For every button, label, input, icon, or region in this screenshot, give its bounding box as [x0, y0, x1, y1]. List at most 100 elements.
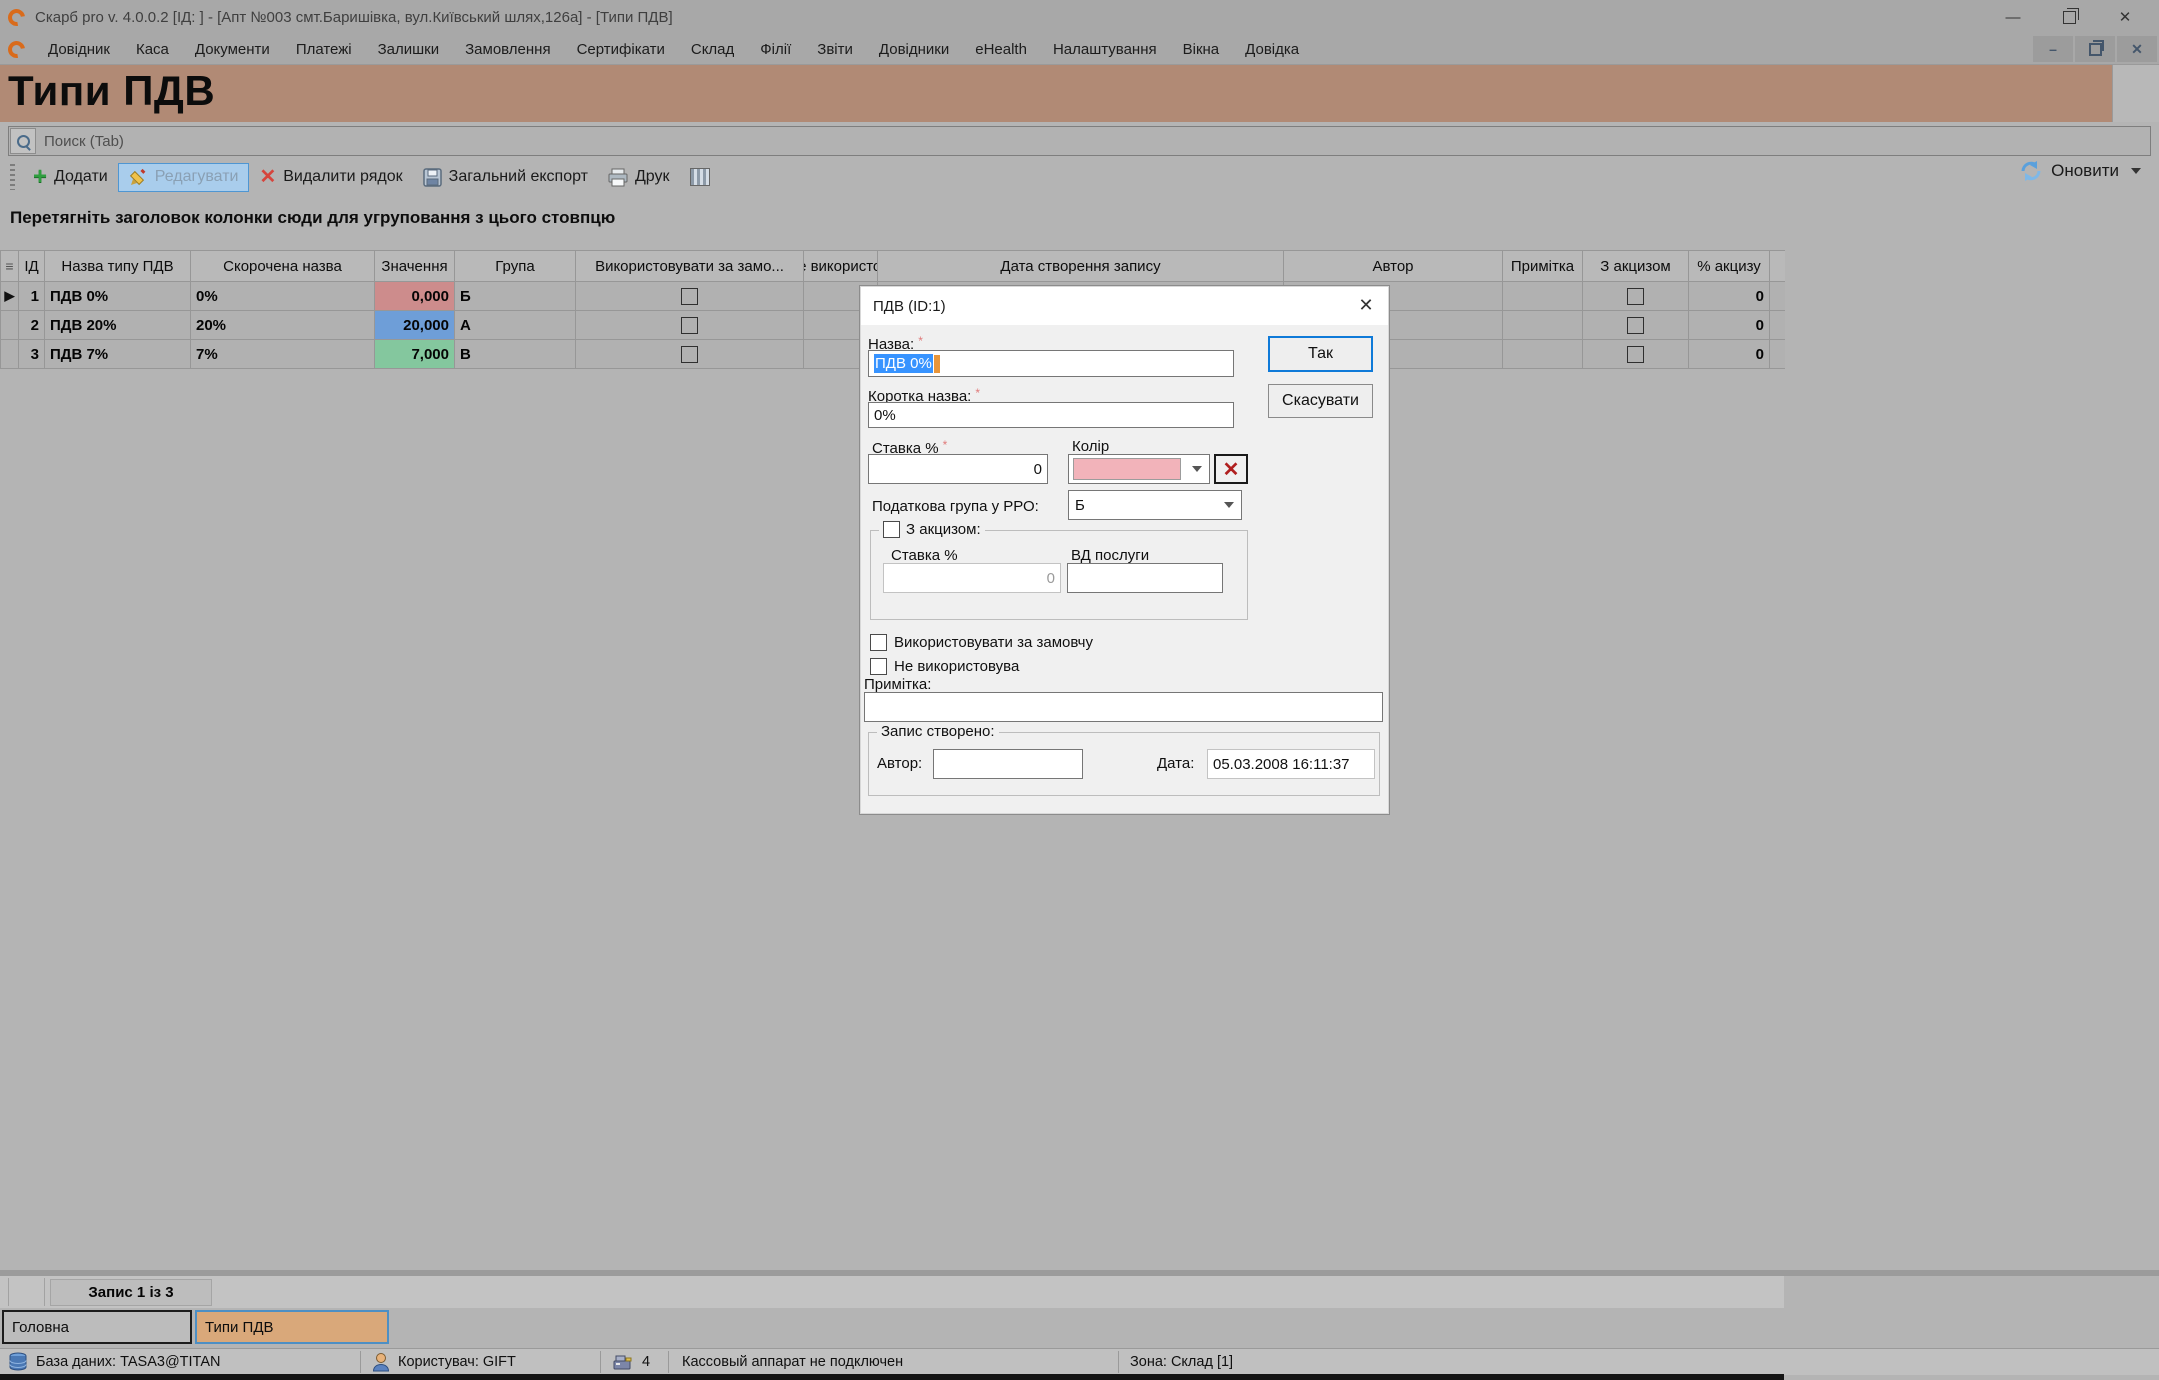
- refresh-button[interactable]: Оновити: [2019, 160, 2141, 182]
- use-default-checkbox[interactable]: [681, 288, 698, 305]
- date-field[interactable]: 05.03.2008 16:11:37: [1207, 749, 1375, 779]
- table-header-row: ≡ ІД Назва типу ПДВ Скорочена назва Знач…: [1, 251, 1785, 282]
- menu-zalyshky[interactable]: Залишки: [365, 41, 453, 58]
- status-cash-register: Кассовый аппарат не подключен: [682, 1349, 903, 1375]
- text-caret: [934, 355, 940, 373]
- toolbar-grip[interactable]: [10, 164, 15, 190]
- pencil-icon: [129, 168, 148, 187]
- use-default-checkbox[interactable]: [681, 346, 698, 363]
- close-button[interactable]: ✕: [2097, 0, 2153, 34]
- mdi-restore-icon: [2089, 43, 2102, 56]
- title-bar: Скарб pro v. 4.0.0.2 [ІД: ] - [Апт №003 …: [0, 0, 2159, 34]
- user-icon: [372, 1352, 390, 1372]
- excise-rate-field[interactable]: 0: [883, 563, 1061, 593]
- tab-home[interactable]: Головна: [2, 1310, 192, 1344]
- bottom-strip: [0, 1374, 1784, 1380]
- status-database: База даних: TASA3@TITAN: [8, 1349, 221, 1375]
- restore-button[interactable]: [2041, 0, 2097, 34]
- menu-dokumenty[interactable]: Документи: [182, 41, 283, 58]
- menu-dovidnyky[interactable]: Довідники: [866, 41, 962, 58]
- color-clear-button[interactable]: ✕: [1214, 454, 1248, 484]
- search-icon[interactable]: [10, 128, 36, 154]
- record-navigator: Запис 1 із 3: [0, 1276, 1784, 1309]
- menu-platezhi[interactable]: Платежі: [283, 41, 365, 58]
- dialog-title-bar[interactable]: ПДВ (ID:1): [861, 287, 1388, 325]
- short-name-field[interactable]: 0%: [868, 402, 1234, 428]
- dialog-close-button[interactable]: ✕: [1343, 286, 1389, 324]
- col-short-name[interactable]: Скорочена назва: [191, 251, 375, 281]
- menu-nalashtuvannya[interactable]: Налаштування: [1040, 41, 1170, 58]
- note-field[interactable]: [864, 692, 1383, 722]
- menu-zamovlennya[interactable]: Замовлення: [452, 41, 563, 58]
- excise-checkbox[interactable]: [883, 521, 900, 538]
- menu-dovidnyk[interactable]: Довідник: [35, 41, 123, 58]
- use-default-checkbox[interactable]: [681, 317, 698, 334]
- menu-dovidka[interactable]: Довідка: [1232, 41, 1312, 58]
- col-not-used[interactable]: Не використо...: [804, 251, 878, 281]
- author-field[interactable]: [933, 749, 1083, 779]
- menu-sertyfikaty[interactable]: Сертифікати: [564, 41, 678, 58]
- menu-zvity[interactable]: Звіти: [804, 41, 866, 58]
- value-cell: 0,000: [375, 282, 455, 310]
- window-title: Скарб pro v. 4.0.0.2 [ІД: ] - [Апт №003 …: [35, 9, 673, 26]
- use-default-option[interactable]: Використовувати за замовчу: [870, 634, 1093, 651]
- col-value[interactable]: Значення: [375, 251, 455, 281]
- col-date-created[interactable]: Дата створення запису: [878, 251, 1284, 281]
- col-note[interactable]: Примітка: [1503, 251, 1583, 281]
- print-button[interactable]: Друк: [598, 164, 680, 191]
- page-title-band: Типи ПДВ: [0, 65, 2159, 122]
- with-excise-checkbox[interactable]: [1627, 288, 1644, 305]
- toolbar: + Додати Редагувати ✕ Видалити рядок Заг…: [0, 158, 2159, 196]
- columns-button[interactable]: [680, 164, 720, 190]
- status-user: Користувач: GIFT: [372, 1349, 516, 1375]
- tax-group-combobox[interactable]: Б: [1068, 490, 1242, 520]
- tab-vat-types[interactable]: Типи ПДВ: [195, 1310, 389, 1344]
- page-title: Типи ПДВ: [0, 65, 2159, 115]
- add-button[interactable]: + Додати: [23, 164, 118, 190]
- col-with-excise[interactable]: З акцизом: [1583, 251, 1689, 281]
- menu-filii[interactable]: Філії: [747, 41, 804, 58]
- col-author[interactable]: Автор: [1284, 251, 1503, 281]
- current-row-arrow-icon: ▶: [5, 288, 15, 304]
- menu-ehealth[interactable]: eHealth: [962, 41, 1040, 58]
- col-id[interactable]: ІД: [19, 251, 45, 281]
- header-grip-cell[interactable]: ≡: [1, 251, 19, 281]
- export-button[interactable]: Загальний експорт: [413, 164, 598, 191]
- not-used-dialog-checkbox[interactable]: [870, 658, 887, 675]
- ok-button[interactable]: Так: [1268, 336, 1373, 372]
- status-terminal: 4: [612, 1349, 650, 1375]
- menu-vikna[interactable]: Вікна: [1170, 41, 1233, 58]
- chevron-down-icon[interactable]: [1185, 455, 1209, 483]
- cancel-button[interactable]: Скасувати: [1268, 384, 1373, 418]
- menu-kasa[interactable]: Каса: [123, 41, 182, 58]
- mdi-close-button[interactable]: ✕: [2117, 36, 2157, 62]
- col-name[interactable]: Назва типу ПДВ: [45, 251, 191, 281]
- rate-field[interactable]: 0: [868, 454, 1048, 484]
- mdi-minimize-button[interactable]: –: [2033, 36, 2073, 62]
- col-excise-pct[interactable]: % акцизу: [1689, 251, 1770, 281]
- chevron-down-icon[interactable]: [1217, 491, 1241, 519]
- refresh-dropdown-icon[interactable]: [2131, 168, 2141, 174]
- color-combobox[interactable]: [1068, 454, 1210, 484]
- author-label: Автор:: [877, 755, 922, 772]
- database-icon: [8, 1352, 28, 1372]
- col-group[interactable]: Група: [455, 251, 576, 281]
- group-by-hint: Перетягніть заголовок колонки сюди для у…: [10, 208, 615, 228]
- menu-sklad[interactable]: Склад: [678, 41, 747, 58]
- use-default-dialog-checkbox[interactable]: [870, 634, 887, 651]
- printer-icon: [608, 168, 628, 187]
- name-field[interactable]: ПДВ 0%: [868, 350, 1234, 377]
- required-mark: *: [918, 334, 923, 348]
- search-input[interactable]: [36, 133, 2150, 150]
- edit-button[interactable]: Редагувати: [118, 163, 250, 192]
- mdi-restore-button[interactable]: [2075, 36, 2115, 62]
- plus-icon: +: [33, 168, 47, 186]
- col-use-default[interactable]: Використовувати за замо...: [576, 251, 804, 281]
- with-excise-checkbox[interactable]: [1627, 346, 1644, 363]
- value-cell: 7,000: [375, 340, 455, 368]
- with-excise-checkbox[interactable]: [1627, 317, 1644, 334]
- delete-row-button[interactable]: ✕ Видалити рядок: [249, 164, 412, 190]
- not-used-option[interactable]: Не використовува: [870, 658, 1019, 675]
- minimize-button[interactable]: —: [1985, 0, 2041, 34]
- vd-services-field[interactable]: [1067, 563, 1223, 593]
